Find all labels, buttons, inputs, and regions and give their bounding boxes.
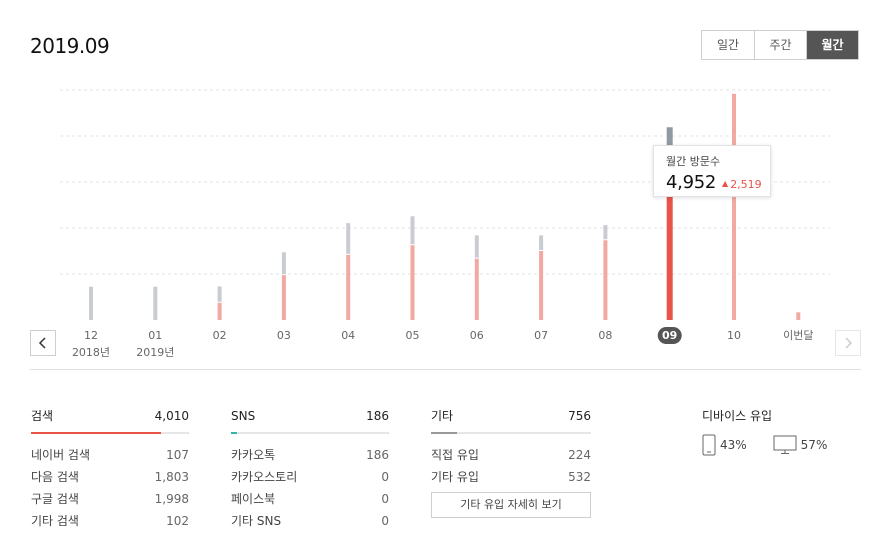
caret-up-icon: ▲ — [722, 179, 729, 188]
list-item-value: 224 — [568, 448, 591, 462]
section-divider — [30, 369, 861, 370]
list-item: 기타 유입 532 — [431, 466, 591, 488]
other-ratio-fill — [431, 432, 457, 434]
bar-secondary[interactable] — [89, 286, 93, 320]
list-item-value: 107 — [166, 448, 189, 462]
list-item-value: 102 — [166, 514, 189, 528]
bar-secondary[interactable] — [217, 286, 222, 302]
list-item-label: 페이스북 — [231, 492, 276, 506]
list-item: 구글 검색 1,998 — [31, 488, 189, 510]
tooltip-value: 4,952 — [666, 172, 717, 193]
list-item-value: 186 — [366, 448, 389, 462]
x-tick-label[interactable]: 04 — [341, 329, 355, 342]
prev-period-button[interactable] — [30, 330, 56, 356]
list-item: 직접 유입 224 — [431, 444, 591, 466]
bar-secondary[interactable] — [153, 286, 158, 320]
device-panel: 디바이스 유입 43% 57% — [702, 402, 853, 456]
list-item-label: 기타 SNS — [231, 514, 282, 528]
list-item-value: 532 — [568, 470, 591, 484]
x-tick-sublabel: 2018년 — [72, 346, 110, 359]
bar-visits[interactable] — [732, 93, 736, 320]
monitor-icon — [773, 435, 797, 454]
bar-secondary[interactable] — [281, 252, 286, 275]
list-item-label: 네이버 검색 — [31, 448, 91, 462]
list-item-value: 0 — [381, 470, 389, 484]
tooltip-label: 월간 방문수 — [666, 155, 721, 168]
list-item: 기타 SNS 0 — [231, 510, 389, 532]
device-mobile-value: 43% — [720, 438, 747, 452]
list-item-value: 1,803 — [154, 470, 189, 484]
tooltip-change: ▲ 2,519 — [722, 178, 762, 191]
bar-secondary[interactable] — [603, 225, 608, 240]
list-item-label: 카카오스토리 — [231, 470, 298, 484]
list-item-value: 1,998 — [154, 492, 189, 506]
list-item-label: 기타 검색 — [31, 514, 79, 528]
other-total: 756 — [568, 409, 591, 423]
device-pc: 57% — [773, 435, 828, 455]
list-item: 페이스북 0 — [231, 488, 389, 510]
list-item: 기타 검색 102 — [31, 510, 189, 532]
chevron-right-icon — [845, 337, 853, 349]
other-title: 기타 — [431, 409, 454, 423]
device-mobile: 43% — [702, 434, 747, 456]
search-ratio-bar — [31, 432, 189, 434]
list-item-label: 구글 검색 — [31, 492, 79, 506]
search-ratio-fill — [31, 432, 161, 434]
bar-visits[interactable] — [410, 245, 415, 320]
other-detail-button[interactable]: 기타 유입 자세히 보기 — [431, 492, 591, 518]
list-item: 카카오톡 186 — [231, 444, 389, 466]
device-pc-value: 57% — [800, 438, 828, 452]
bar-secondary[interactable] — [410, 216, 415, 245]
bar-secondary[interactable] — [346, 223, 351, 254]
x-tick-label[interactable]: 02 — [213, 329, 227, 342]
bar-visits[interactable] — [796, 312, 801, 320]
bar-visits[interactable] — [603, 240, 608, 320]
sns-ratio-bar — [231, 432, 389, 434]
next-period-button[interactable] — [835, 330, 861, 356]
list-item-value: 0 — [381, 514, 389, 528]
search-panel: 검색 4,010 네이버 검색 107 다음 검색 1,803 구글 검색 1,998… — [31, 402, 189, 532]
x-tick-sublabel: 2019년 — [136, 346, 174, 359]
sns-panel: SNS 186 카카오톡 186 카카오스토리 0 페이스북 0 기타 SNS 0 — [231, 402, 389, 532]
bar-visits[interactable] — [217, 302, 222, 320]
list-item-label: 다음 검색 — [31, 470, 79, 484]
list-item: 다음 검색 1,803 — [31, 466, 189, 488]
sns-total: 186 — [366, 409, 389, 423]
other-ratio-bar — [431, 432, 591, 434]
list-item-label: 기타 유입 — [431, 470, 479, 484]
chevron-left-icon — [38, 337, 46, 349]
x-tick-label[interactable]: 이번달 — [783, 329, 813, 342]
search-title: 검색 — [31, 409, 54, 423]
device-title: 디바이스 유입 — [702, 409, 773, 423]
list-item-value: 0 — [381, 492, 389, 506]
search-total: 4,010 — [154, 409, 189, 423]
x-tick-label[interactable]: 09 — [662, 329, 677, 342]
list-item: 네이버 검색 107 — [31, 444, 189, 466]
list-item-label: 카카오톡 — [231, 448, 276, 462]
x-tick-label[interactable]: 05 — [406, 329, 420, 342]
x-tick-label[interactable]: 10 — [727, 329, 741, 342]
x-tick-label[interactable]: 03 — [277, 329, 291, 342]
list-item-label: 직접 유입 — [431, 448, 479, 462]
x-tick-label[interactable]: 06 — [470, 329, 484, 342]
bar-visits[interactable] — [346, 254, 351, 320]
list-item: 카카오스토리 0 — [231, 466, 389, 488]
bar-secondary[interactable] — [474, 235, 479, 258]
x-tick-label[interactable]: 12 — [84, 329, 98, 342]
mobile-icon — [702, 434, 716, 456]
x-tick-label[interactable]: 07 — [534, 329, 548, 342]
tooltip-change-value: 2,519 — [730, 178, 762, 191]
bar-visits[interactable] — [281, 275, 286, 320]
visits-tooltip: 월간 방문수 4,952 ▲ 2,519 — [653, 145, 771, 197]
other-panel: 기타 756 직접 유입 224 기타 유입 532 — [431, 402, 591, 488]
sns-title: SNS — [231, 409, 256, 423]
x-tick-label[interactable]: 01 — [148, 329, 162, 342]
bar-secondary[interactable] — [539, 235, 544, 250]
bar-visits[interactable] — [539, 251, 544, 320]
bar-visits[interactable] — [474, 258, 479, 320]
sns-ratio-fill — [231, 432, 238, 434]
x-tick-label[interactable]: 08 — [598, 329, 612, 342]
